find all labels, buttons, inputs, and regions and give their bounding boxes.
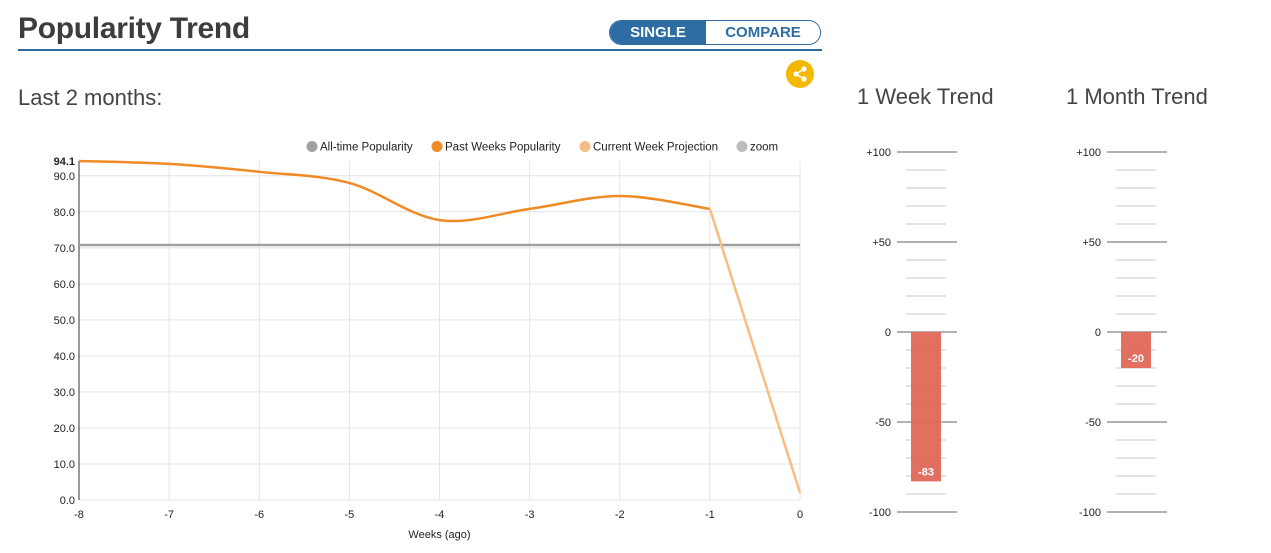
gauge-tick-label: +100 [1076, 147, 1101, 159]
x-tick-label: -7 [164, 509, 174, 521]
gauge-tick-label: +100 [866, 147, 891, 159]
y-tick-label: 50.0 [54, 315, 75, 327]
y-tick-label: 94.1 [54, 156, 75, 168]
legend-label: zoom [750, 142, 778, 154]
month-trend-gauge: +100 +50 0 -50 -100 -20 [1076, 147, 1167, 519]
y-tick-label: 30.0 [54, 387, 75, 399]
week-trend-title: 1 Week Trend [857, 84, 994, 109]
x-tick-label: -3 [525, 509, 535, 521]
y-tick-label: 20.0 [54, 423, 75, 435]
x-tick-label: -4 [435, 509, 445, 521]
y-tick-label: 90.0 [54, 171, 75, 183]
x-tick-label: -1 [705, 509, 715, 521]
legend-marker [431, 141, 443, 152]
legend-label: Current Week Projection [593, 142, 718, 154]
share-icon [793, 66, 807, 82]
y-tick-label: 0.0 [60, 495, 75, 507]
trend-value-label: -20 [1128, 353, 1144, 365]
x-tick-label: -2 [615, 509, 625, 521]
title-underline [18, 49, 822, 51]
gauge-tick-label: +50 [872, 237, 891, 249]
legend-item[interactable]: Current Week Projection [579, 141, 719, 154]
series-line-current-week-projection [708, 208, 802, 494]
x-tick-label: -5 [344, 509, 354, 521]
y-tick-label: 10.0 [54, 459, 75, 471]
x-axis-label: Weeks (ago) [408, 529, 470, 541]
y-tick-label: 40.0 [54, 351, 75, 363]
gauge-tick-label: 0 [885, 327, 891, 339]
single-button[interactable]: SINGLE [610, 21, 706, 44]
gauge-tick-label: -50 [1085, 417, 1101, 429]
legend-item[interactable]: zoom [736, 141, 779, 154]
y-tick-label: 60.0 [54, 279, 75, 291]
legend-item[interactable]: All-time Popularity [306, 141, 413, 154]
y-tick-label: 70.0 [54, 243, 75, 255]
share-button[interactable] [786, 60, 814, 88]
compare-button[interactable]: COMPARE [706, 21, 820, 44]
legend-label: All-time Popularity [320, 142, 413, 154]
view-mode-toggle[interactable]: SINGLE COMPARE [609, 20, 821, 45]
legend-marker [736, 141, 748, 152]
gauge-tick-label: 0 [1095, 327, 1101, 339]
week-trend-gauge: +100 +50 0 -50 -100 -83 [866, 147, 957, 519]
period-subtitle: Last 2 months: [18, 85, 163, 110]
page-title: Popularity Trend [18, 12, 250, 45]
gauge-tick-label: -100 [869, 507, 891, 519]
month-trend-title: 1 Month Trend [1066, 84, 1208, 109]
gauge-tick-label: -50 [875, 417, 891, 429]
trend-bar [911, 332, 941, 482]
gauge-tick-label: +50 [1082, 237, 1101, 249]
gauge-tick-label: -100 [1079, 507, 1101, 519]
legend-label: Past Weeks Popularity [445, 142, 561, 154]
popularity-line-chart[interactable]: -8 -7 -6 -5 -4 -3 -2 -1 0 0.0 10.0 20.0 30.0 40.0 50.0… [0, 130, 830, 550]
legend-marker [306, 141, 318, 152]
trend-value-label: -83 [918, 466, 934, 478]
legend-item[interactable]: Past Weeks Popularity [431, 141, 561, 154]
x-tick-label: -8 [74, 509, 84, 521]
x-tick-label: 0 [797, 509, 803, 521]
y-tick-label: 80.0 [54, 207, 75, 219]
x-tick-label: -6 [254, 509, 264, 521]
legend-marker [579, 141, 591, 152]
